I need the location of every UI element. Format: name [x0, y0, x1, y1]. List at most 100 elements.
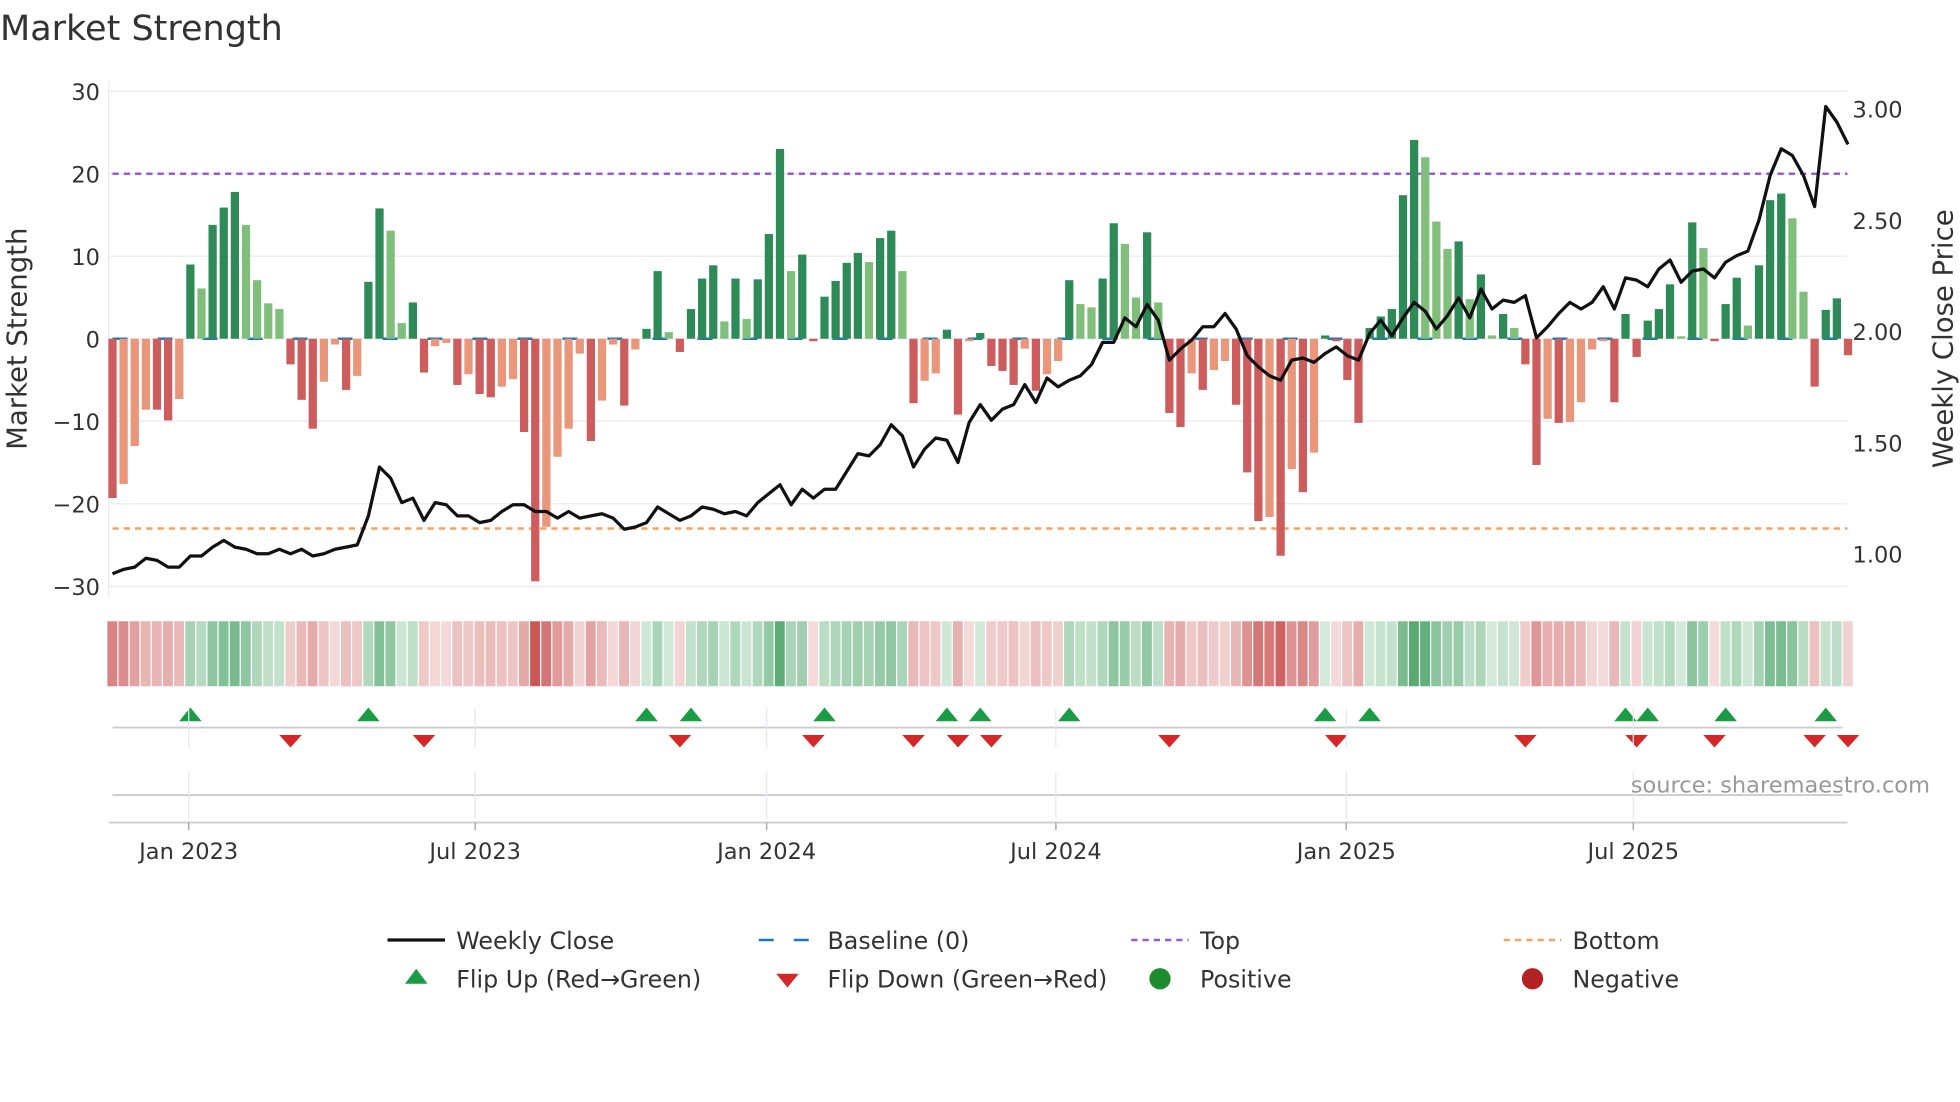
heat-cell	[1720, 621, 1731, 687]
strength-bar	[1565, 338, 1574, 423]
strength-bar	[1098, 278, 1107, 339]
heat-cell	[1231, 621, 1241, 687]
y-tick-label: −20	[53, 493, 100, 519]
heat-cell	[574, 621, 585, 687]
heat-cell	[485, 621, 496, 687]
y2-tick-label: 3.00	[1853, 98, 1903, 124]
heat-cell	[329, 621, 340, 687]
x-tick-label: Jan 2024	[715, 839, 816, 865]
strength-bar	[1198, 338, 1207, 390]
heat-cell	[1142, 621, 1152, 687]
heat-cell	[1397, 621, 1408, 687]
strength-bar	[709, 265, 718, 339]
heat-cell	[1041, 621, 1052, 687]
triangle-up-icon	[405, 968, 428, 984]
heat-cell	[608, 621, 618, 687]
strength-bar	[1143, 232, 1152, 339]
strength-bar	[1799, 291, 1808, 339]
flip-down-marker	[1625, 735, 1648, 748]
strength-bar	[1298, 338, 1307, 493]
heat-cell	[1787, 621, 1798, 687]
heat-cell	[1208, 621, 1219, 687]
strength-bar	[620, 338, 629, 406]
strength-bar	[208, 224, 217, 339]
heat-cell	[452, 621, 463, 687]
reference-lines	[112, 172, 1848, 530]
y-tick-label: 0	[86, 328, 100, 354]
strength-bar	[531, 338, 540, 582]
heat-cell	[274, 621, 285, 687]
heat-cell	[897, 621, 908, 687]
strength-bar	[364, 281, 373, 339]
flip-up-marker	[1058, 707, 1081, 722]
flip-down-marker	[946, 735, 970, 748]
strength-bar	[609, 338, 618, 345]
heat-cell	[1353, 621, 1364, 687]
flip-up-marker	[1814, 707, 1837, 722]
strength-bar	[953, 338, 963, 415]
strength-bar	[1265, 338, 1274, 517]
heat-cell	[1831, 621, 1842, 687]
heat-cell	[1420, 621, 1430, 687]
heat-cell	[1453, 621, 1464, 687]
heat-cell	[1119, 621, 1130, 687]
heat-cell	[385, 621, 396, 687]
heat-cell	[1108, 621, 1119, 687]
y-tick-label: −30	[53, 575, 100, 601]
heat-cell	[1676, 621, 1686, 687]
strength-bar	[197, 288, 206, 339]
flip-down-marker	[902, 735, 925, 748]
strength-bar	[130, 338, 139, 446]
heat-cell	[363, 621, 374, 687]
flip-up-marker	[179, 707, 202, 722]
heat-cell	[1064, 621, 1074, 687]
strength-bar	[419, 338, 429, 373]
heat-cell	[1464, 621, 1475, 687]
heat-cell	[886, 621, 897, 687]
legend-label: Bottom	[1573, 927, 1660, 955]
strength-bar	[764, 233, 773, 339]
heat-cell	[1531, 621, 1542, 687]
strength-bar	[1588, 338, 1597, 350]
strength-bar	[1532, 338, 1541, 465]
heat-cell	[1431, 621, 1442, 687]
strength-bar	[319, 338, 328, 382]
heat-cell	[1320, 621, 1330, 687]
y-axis-label: Market Strength	[1, 228, 33, 450]
heat-cell	[708, 621, 718, 687]
strength-bar	[1621, 314, 1630, 339]
heat-cell	[774, 621, 785, 687]
flip-up-marker	[1313, 707, 1337, 722]
heat-cell	[1742, 621, 1753, 687]
strength-bar	[1721, 304, 1730, 339]
strength-bar	[119, 338, 128, 484]
heat-cell	[797, 621, 808, 687]
strength-bar	[1654, 309, 1663, 339]
strength-bar	[753, 279, 762, 339]
strength-bar	[308, 338, 317, 429]
heat-cell	[507, 621, 518, 687]
strength-bar	[1688, 222, 1697, 339]
heat-cell	[430, 621, 440, 687]
heat-cell	[1509, 621, 1520, 687]
triangle-down-icon	[776, 973, 799, 988]
heat-cell	[752, 621, 763, 687]
strength-bar	[698, 278, 707, 339]
market-strength-chart: Market Strength 30 20 10 0 −10 −20 −30 3.00 2.5…	[0, 9, 1960, 994]
heat-cell	[1842, 621, 1853, 687]
heat-cell	[1019, 621, 1030, 687]
x-tick-label: Jan 2025	[1295, 839, 1396, 865]
strength-bar	[520, 338, 529, 432]
heat-cell	[819, 621, 830, 687]
strength-bar	[375, 208, 384, 339]
heat-cell	[418, 621, 429, 687]
heat-cell	[830, 621, 841, 687]
heat-cell	[1253, 621, 1264, 687]
legend-label: Flip Up (Red→Green)	[456, 966, 701, 994]
x-tick-label: Jul 2024	[1008, 839, 1102, 865]
flip-up-marker	[935, 707, 959, 722]
x-tick-label: Jul 2023	[427, 839, 521, 865]
heat-cell	[1130, 621, 1141, 687]
heat-cell	[1653, 621, 1664, 687]
strength-bar	[1832, 298, 1841, 339]
